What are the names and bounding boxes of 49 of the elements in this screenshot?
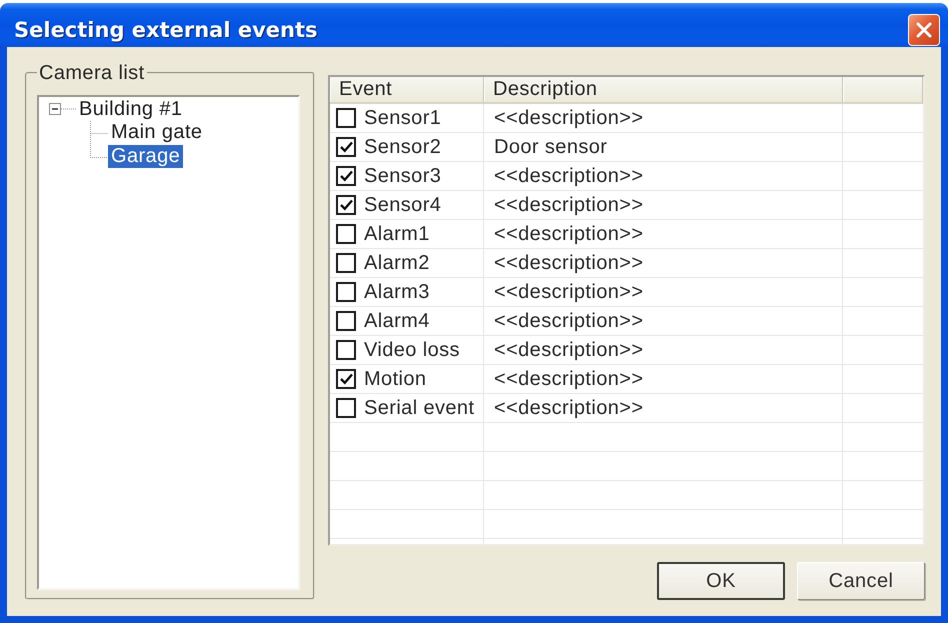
close-icon xyxy=(916,22,932,38)
check-icon xyxy=(340,141,352,153)
column-header[interactable]: Description xyxy=(484,77,843,104)
event-label: Sensor3 xyxy=(364,164,442,188)
checkbox[interactable] xyxy=(336,253,356,273)
event-label: Alarm2 xyxy=(364,252,430,274)
description-cell-text: <<description>> xyxy=(493,164,644,188)
expander-icon[interactable] xyxy=(49,103,76,115)
dialog-button[interactable]: Cancel xyxy=(797,562,925,600)
checkbox[interactable] xyxy=(336,108,356,128)
checkbox[interactable] xyxy=(336,369,356,389)
checkbox[interactable] xyxy=(336,398,356,418)
event-label: Serial event xyxy=(364,396,474,420)
event-label: Alarm4 xyxy=(364,310,430,332)
checkbox[interactable] xyxy=(336,340,356,360)
tree-item[interactable]: Main gate xyxy=(108,121,206,144)
close-button[interactable] xyxy=(908,14,940,46)
description-cell-text: <<description>> xyxy=(493,280,644,304)
description-cell-text: <<description>> xyxy=(493,338,644,362)
event-label: Video loss xyxy=(364,338,460,362)
event-label: Sensor1 xyxy=(364,106,442,130)
event-label: Motion xyxy=(364,368,426,390)
dialog-button[interactable]: OK xyxy=(657,562,785,600)
description-cell-text: <<description>> xyxy=(493,222,644,246)
column-header[interactable]: Event xyxy=(330,77,484,104)
description-cell-text: <<description>> xyxy=(493,396,644,420)
description-cell-text: <<description>> xyxy=(493,106,644,130)
description-cell-text: <<description>> xyxy=(493,308,644,334)
checkbox[interactable] xyxy=(336,282,356,302)
event-label: Alarm1 xyxy=(364,222,430,246)
event-label: Sensor2 xyxy=(364,136,442,158)
checkbox[interactable] xyxy=(336,224,356,244)
checkbox[interactable] xyxy=(336,137,356,157)
checkbox[interactable] xyxy=(336,195,356,215)
checkbox[interactable] xyxy=(336,166,356,186)
tree-item[interactable]: Building #1 xyxy=(76,98,186,120)
description-cell-text: Door sensor xyxy=(493,134,608,160)
event-label: Alarm3 xyxy=(364,280,430,304)
checkbox[interactable] xyxy=(336,311,356,331)
tree-item[interactable]: Garage xyxy=(108,145,184,168)
description-cell-text: <<description>> xyxy=(493,366,644,392)
check-icon xyxy=(340,170,352,182)
group-label: Camera list xyxy=(38,62,146,84)
check-icon xyxy=(340,373,352,385)
check-icon xyxy=(340,199,352,211)
event-label: Sensor4 xyxy=(364,194,442,216)
window-title: Selecting external events xyxy=(14,18,318,42)
description-cell-text: <<description>> xyxy=(493,192,644,218)
description-cell-text: <<description>> xyxy=(493,250,644,276)
